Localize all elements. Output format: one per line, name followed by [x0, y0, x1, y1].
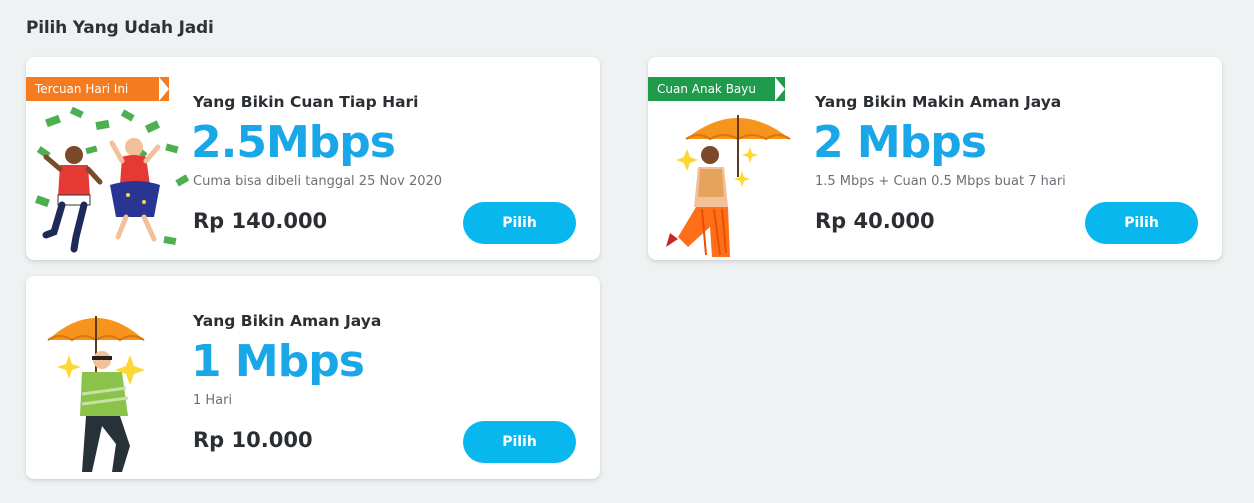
- package-note: 1 Hari: [193, 393, 233, 408]
- package-speed: 2.5Mbps: [191, 117, 396, 168]
- package-name: Yang Bikin Cuan Tiap Hari: [193, 93, 419, 111]
- badge-ribbon: Cuan Anak Bayu: [648, 77, 785, 101]
- badge-ribbon: Tercuan Hari Ini: [26, 77, 169, 101]
- package-card-makin-aman-jaya: Cuan Anak Bayu Yang Bikin Makin Aman Jay…: [648, 57, 1222, 260]
- package-name: Yang Bikin Makin Aman Jaya: [815, 93, 1062, 111]
- package-name: Yang Bikin Aman Jaya: [193, 312, 382, 330]
- pilih-button[interactable]: Pilih: [463, 421, 576, 463]
- package-page: Pilih Yang Udah Jadi Tercuan Hari Ini Ya…: [0, 0, 1254, 503]
- package-note: 1.5 Mbps + Cuan 0.5 Mbps buat 7 hari: [815, 174, 1066, 189]
- pilih-button[interactable]: Pilih: [1085, 202, 1198, 244]
- umbrella-man-illustration: [26, 276, 196, 479]
- package-info: Yang Bikin Makin Aman Jaya 2 Mbps 1.5 Mb…: [813, 57, 1222, 260]
- package-info: Yang Bikin Aman Jaya 1 Mbps 1 Hari Rp 10…: [191, 276, 600, 479]
- package-card-aman-jaya: Yang Bikin Aman Jaya 1 Mbps 1 Hari Rp 10…: [26, 276, 600, 479]
- dancing-couple-money-illustration: Tercuan Hari Ini: [26, 57, 196, 260]
- package-price: Rp 40.000: [815, 209, 935, 233]
- package-price: Rp 140.000: [193, 209, 328, 233]
- package-note: Cuma bisa dibeli tanggal 25 Nov 2020: [193, 174, 443, 189]
- package-price: Rp 10.000: [193, 428, 313, 452]
- section-title: Pilih Yang Udah Jadi: [26, 18, 214, 38]
- package-speed: 2 Mbps: [813, 117, 987, 168]
- umbrella-woman-illustration: Cuan Anak Bayu: [648, 57, 818, 260]
- package-card-cuan-tiap-hari: Tercuan Hari Ini Yang Bikin Cuan Tiap Ha…: [26, 57, 600, 260]
- package-speed: 1 Mbps: [191, 336, 365, 387]
- package-info: Yang Bikin Cuan Tiap Hari 2.5Mbps Cuma b…: [191, 57, 600, 260]
- pilih-button[interactable]: Pilih: [463, 202, 576, 244]
